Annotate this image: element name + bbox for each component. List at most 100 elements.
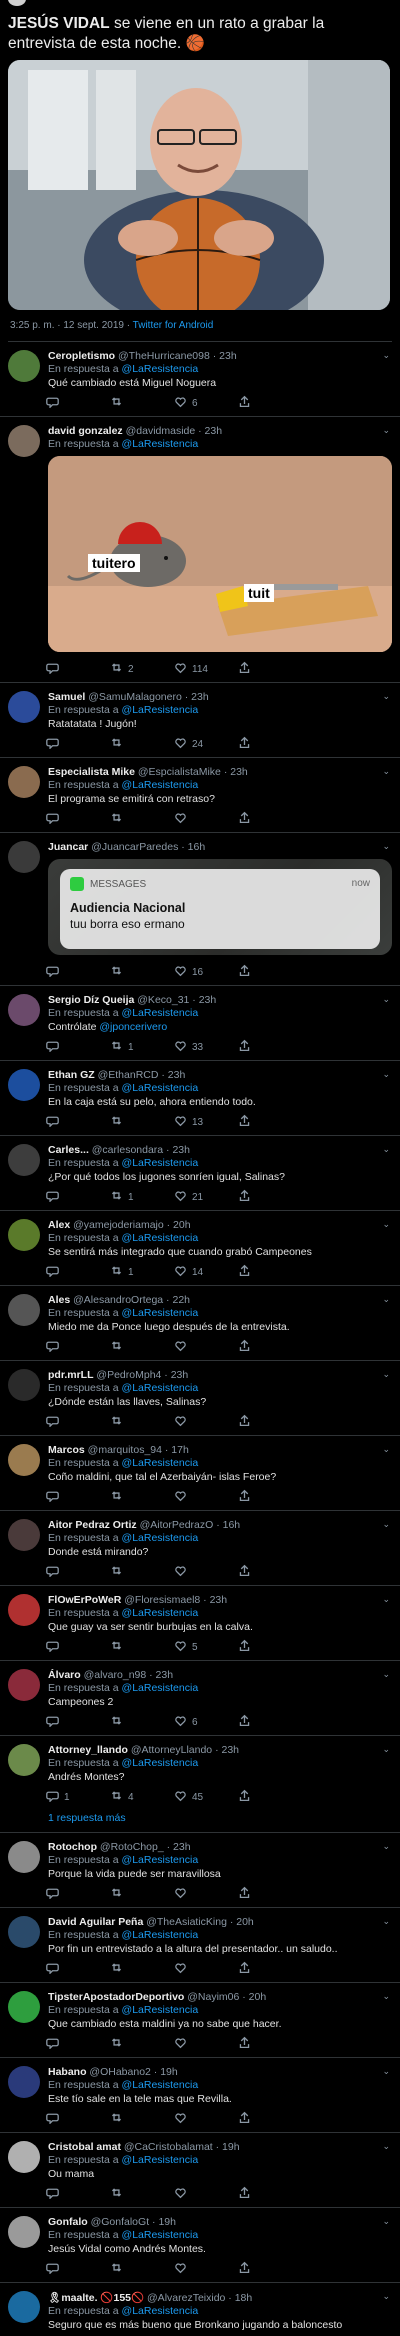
share-button[interactable] bbox=[238, 1039, 302, 1055]
like-button[interactable]: 21 bbox=[174, 1189, 238, 1205]
retweet-button[interactable]: 2 bbox=[110, 661, 174, 677]
like-button[interactable]: 24 bbox=[174, 736, 238, 752]
in-reply-mention[interactable]: @LaResistencia bbox=[122, 363, 199, 375]
like-button[interactable] bbox=[174, 811, 238, 827]
reply-tweet[interactable]: pdr.mrLL @PedroMph4 · 23h ⌄ En respuesta a… bbox=[0, 1361, 400, 1436]
avatar[interactable] bbox=[8, 2066, 40, 2098]
share-button[interactable] bbox=[238, 1414, 302, 1430]
reply-author-name[interactable]: Ethan GZ bbox=[48, 1069, 95, 1081]
retweet-button[interactable] bbox=[110, 964, 174, 980]
avatar[interactable] bbox=[8, 1669, 40, 1701]
retweet-button[interactable]: 4 bbox=[110, 1789, 174, 1805]
chevron-down-icon[interactable]: ⌄ bbox=[382, 766, 390, 777]
reply-author-name[interactable]: David Aguilar Peña bbox=[48, 1916, 143, 1928]
retweet-button[interactable] bbox=[110, 1564, 174, 1580]
reply-author-name[interactable]: Alex bbox=[48, 1219, 70, 1231]
like-button[interactable] bbox=[174, 1961, 238, 1977]
reply-tweet[interactable]: Rotochop @RotoChop_ · 23h ⌄ En respuesta a… bbox=[0, 1833, 400, 1908]
chevron-down-icon[interactable]: ⌄ bbox=[382, 994, 390, 1005]
reply-author-name[interactable]: Ceropletismo bbox=[48, 350, 115, 362]
chevron-down-icon[interactable]: ⌄ bbox=[382, 1519, 390, 1530]
reply-button[interactable] bbox=[46, 1961, 110, 1977]
avatar[interactable] bbox=[8, 841, 40, 873]
reply-tweet[interactable]: Especialista Mike @EspcialistaMike · 23h… bbox=[0, 758, 400, 833]
share-button[interactable] bbox=[238, 1886, 302, 1902]
reply-tweet[interactable]: Álvaro @alvaro_n98 · 23h ⌄ En respuesta a … bbox=[0, 1661, 400, 1736]
reply-author-name[interactable]: Especialista Mike bbox=[48, 766, 135, 778]
reply-author-name[interactable]: Marcos bbox=[48, 1444, 85, 1456]
reply-tweet[interactable]: Sergio Díz Queija @Keco_31 · 23h ⌄ En resp… bbox=[0, 986, 400, 1061]
in-reply-mention[interactable]: @LaResistencia bbox=[122, 1232, 199, 1244]
chevron-down-icon[interactable]: ⌄ bbox=[382, 1991, 390, 2002]
avatar[interactable] bbox=[8, 1841, 40, 1873]
chevron-down-icon[interactable]: ⌄ bbox=[382, 1144, 390, 1155]
like-button[interactable]: 5 bbox=[174, 1639, 238, 1655]
in-reply-mention[interactable]: @LaResistencia bbox=[122, 1307, 199, 1319]
reply-button[interactable] bbox=[46, 1039, 110, 1055]
reply-author-name[interactable]: Rotochop bbox=[48, 1841, 97, 1853]
in-reply-mention[interactable]: @LaResistencia bbox=[122, 1007, 199, 1019]
share-button[interactable] bbox=[238, 1564, 302, 1580]
reply-author-name[interactable]: 🎗maalte. 🚫155🚫 bbox=[48, 2292, 144, 2304]
in-reply-mention[interactable]: @LaResistencia bbox=[122, 704, 199, 716]
avatar[interactable] bbox=[8, 994, 40, 1026]
avatar[interactable] bbox=[8, 766, 40, 798]
reply-author-name[interactable]: Gonfalo bbox=[48, 2216, 88, 2228]
in-reply-mention[interactable]: @LaResistencia bbox=[122, 1929, 199, 1941]
like-button[interactable]: 33 bbox=[174, 1039, 238, 1055]
reply-button[interactable] bbox=[46, 1714, 110, 1730]
avatar[interactable] bbox=[8, 691, 40, 723]
reply-author-name[interactable]: TipsterApostadorDeportivo bbox=[48, 1991, 184, 2003]
share-button[interactable] bbox=[238, 395, 302, 411]
reply-tweet[interactable]: TipsterApostadorDeportivo @Nayim06 · 20h… bbox=[0, 1983, 400, 2058]
avatar[interactable] bbox=[8, 425, 40, 457]
share-button[interactable] bbox=[238, 1961, 302, 1977]
share-button[interactable] bbox=[238, 1489, 302, 1505]
like-button[interactable]: 16 bbox=[174, 964, 238, 980]
like-button[interactable] bbox=[174, 1886, 238, 1902]
avatar[interactable] bbox=[8, 1219, 40, 1251]
like-button[interactable] bbox=[174, 2036, 238, 2052]
retweet-button[interactable] bbox=[110, 1414, 174, 1430]
retweet-button[interactable] bbox=[110, 811, 174, 827]
reply-author-name[interactable]: Juancar bbox=[48, 841, 88, 853]
chevron-down-icon[interactable]: ⌄ bbox=[382, 2141, 390, 2152]
like-button[interactable] bbox=[174, 1564, 238, 1580]
reply-author-name[interactable]: Álvaro bbox=[48, 1669, 81, 1681]
main-tweet-photo[interactable] bbox=[8, 60, 390, 310]
retweet-button[interactable] bbox=[110, 1339, 174, 1355]
avatar[interactable] bbox=[8, 1294, 40, 1326]
chevron-down-icon[interactable]: ⌄ bbox=[382, 1069, 390, 1080]
share-button[interactable] bbox=[238, 2186, 302, 2202]
retweet-button[interactable] bbox=[110, 1114, 174, 1130]
avatar[interactable] bbox=[8, 1916, 40, 1948]
reply-tweet[interactable]: Carles... @carlesondara · 23h ⌄ En respues… bbox=[0, 1136, 400, 1211]
reply-tweet[interactable]: Habano @OHabano2 · 19h ⌄ En respuesta a @L… bbox=[0, 2058, 400, 2133]
retweet-button[interactable] bbox=[110, 1886, 174, 1902]
chevron-down-icon[interactable]: ⌄ bbox=[382, 1744, 390, 1755]
avatar[interactable] bbox=[8, 2291, 40, 2323]
reply-button[interactable] bbox=[46, 1264, 110, 1280]
reply-tweet[interactable]: Ceropletismo @TheHurricane098 · 23h ⌄ En r… bbox=[0, 342, 400, 417]
chevron-down-icon[interactable]: ⌄ bbox=[382, 2291, 390, 2302]
reply-tweet[interactable]: Marcos @marquitos_94 · 17h ⌄ En respuesta … bbox=[0, 1436, 400, 1511]
in-reply-mention[interactable]: @LaResistencia bbox=[122, 2079, 199, 2091]
avatar[interactable] bbox=[8, 1069, 40, 1101]
share-button[interactable] bbox=[238, 2036, 302, 2052]
reply-button[interactable] bbox=[46, 1564, 110, 1580]
chevron-down-icon[interactable]: ⌄ bbox=[382, 1369, 390, 1380]
share-button[interactable] bbox=[238, 1114, 302, 1130]
chevron-down-icon[interactable]: ⌄ bbox=[382, 691, 390, 702]
retweet-button[interactable] bbox=[110, 1961, 174, 1977]
retweet-button[interactable]: 1 bbox=[110, 1189, 174, 1205]
main-tweet-source[interactable]: Twitter for Android bbox=[133, 320, 214, 331]
share-button[interactable] bbox=[238, 2111, 302, 2127]
in-reply-mention[interactable]: @LaResistencia bbox=[122, 1607, 199, 1619]
like-button[interactable] bbox=[174, 1339, 238, 1355]
messages-notification-image[interactable]: MESSAGES now Audiencia Nacional tuu borra e… bbox=[48, 859, 392, 955]
in-reply-mention[interactable]: @LaResistencia bbox=[122, 1532, 199, 1544]
reply-button[interactable] bbox=[46, 2111, 110, 2127]
share-button[interactable] bbox=[238, 1339, 302, 1355]
reply-tweet[interactable]: Gonfalo @GonfaloGt · 19h ⌄ En respuesta a … bbox=[0, 2208, 400, 2283]
show-more-replies-link[interactable]: 1 respuesta más bbox=[48, 1810, 392, 1832]
